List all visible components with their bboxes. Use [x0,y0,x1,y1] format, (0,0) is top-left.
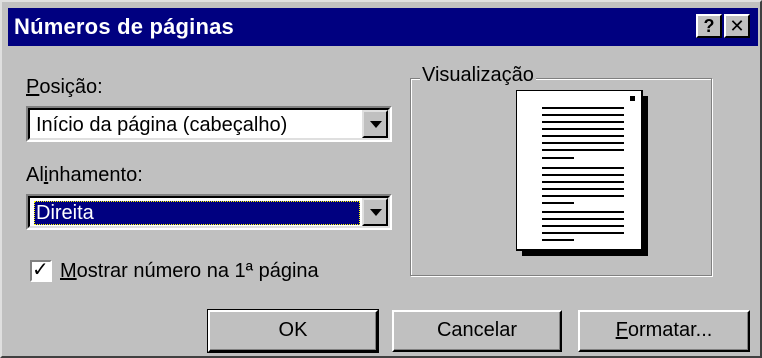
help-button[interactable]: ? [696,14,722,38]
position-select[interactable]: Início da página (cabeçalho) [26,106,392,142]
alignment-dropdown-button[interactable] [362,198,388,226]
alignment-select[interactable]: Direita [26,194,392,230]
show-first-page-checkbox[interactable]: ✓ [30,259,52,282]
close-button[interactable]: ✕ [724,14,750,38]
chevron-down-icon [370,121,382,128]
cancel-button-label: Cancelar [436,319,518,341]
check-icon: ✓ [32,259,49,281]
help-icon: ? [703,16,715,36]
page-preview-image [516,90,648,256]
alignment-select-frame: Direita [28,196,390,228]
alignment-label: Alinhamento: [26,164,143,186]
position-label: Posição: [26,76,103,98]
title-bar[interactable]: Números de páginas ? ✕ [8,8,758,46]
format-button-label: Formatar... [615,319,713,341]
show-first-page-label[interactable]: Mostrar número na 1ª página [60,260,319,283]
ok-button[interactable]: OK [207,309,379,353]
cancel-button[interactable]: Cancelar [392,310,562,352]
position-dropdown-button[interactable] [362,110,388,138]
page-numbers-dialog: Números de páginas ? ✕ Posição: Início d… [0,0,762,358]
position-select-frame: Início da página (cabeçalho) [28,108,390,140]
preview-group-title: Visualização [420,64,536,87]
position-select-value: Início da página (cabeçalho) [36,114,288,136]
chevron-down-icon [370,209,382,216]
close-icon: ✕ [729,16,745,36]
dialog-title: Números de páginas [14,14,234,39]
format-button[interactable]: Formatar... [578,310,750,352]
alignment-select-value: Direita [34,201,360,225]
ok-button-label: OK [278,319,308,341]
